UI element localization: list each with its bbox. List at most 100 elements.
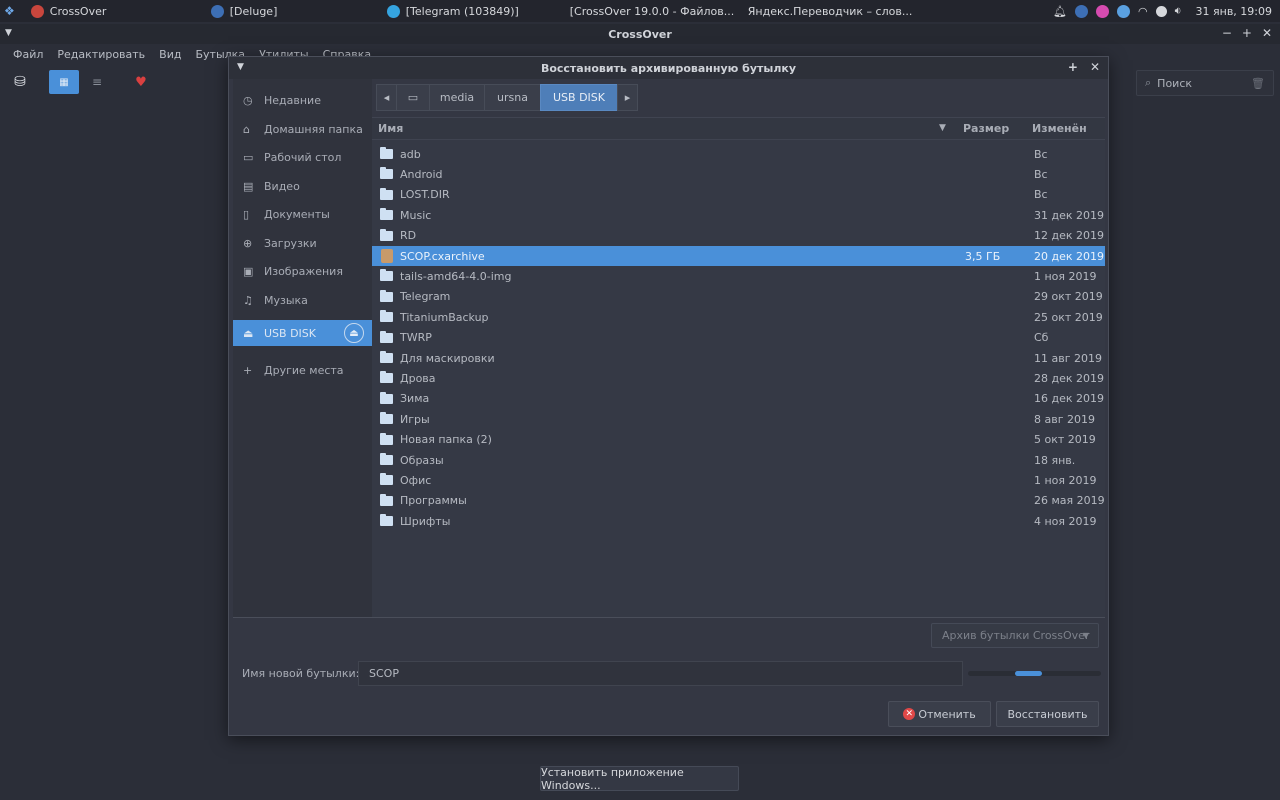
system-taskbar: ❖ CrossOver [Deluge] [Telegram (103849)]… <box>0 0 1280 22</box>
search-field[interactable]: ⌕ Поиск 🗑︎ <box>1136 70 1274 96</box>
file-row[interactable]: Android Вс <box>372 164 1105 184</box>
file-row[interactable]: Шрифты 4 ноя 2019 <box>372 511 1105 531</box>
task-crossover[interactable]: CrossOver <box>25 0 205 22</box>
file-modified: Сб <box>1034 331 1049 345</box>
power-icon[interactable] <box>1155 5 1167 17</box>
file-row[interactable]: Music 31 дек 2019 <box>372 205 1105 225</box>
bell-icon[interactable]: 🔔︎ <box>1053 5 1067 18</box>
column-modified[interactable]: Изменён <box>1032 122 1087 135</box>
file-row[interactable]: Программы 26 мая 2019 <box>372 491 1105 511</box>
task-browser[interactable]: Яндекс.Переводчик – слов... <box>736 0 916 22</box>
file-modified: 1 ноя 2019 <box>1034 473 1097 487</box>
file-row[interactable]: Telegram 29 окт 2019 <box>372 287 1105 307</box>
place-home[interactable]: ⌂ Домашняя папка <box>233 116 372 142</box>
place-images[interactable]: ▣ Изображения <box>233 258 372 284</box>
menu-edit[interactable]: Редактировать <box>50 48 152 61</box>
file-row[interactable]: TitaniumBackup 25 окт 2019 <box>372 307 1105 327</box>
place-label: Загрузки <box>264 236 317 250</box>
file-name: Android <box>400 167 443 181</box>
file-row[interactable]: tails-amd64-4.0-img 1 ноя 2019 <box>372 266 1105 286</box>
file-modified: 20 дек 2019 <box>1034 249 1105 263</box>
file-row[interactable]: Для маскировки 11 авг 2019 <box>372 348 1105 368</box>
task-label: CrossOver <box>49 4 107 18</box>
flame-icon[interactable] <box>1095 4 1109 18</box>
menu-view[interactable]: Вид <box>152 48 188 61</box>
dialog-close-icon[interactable]: ✕ <box>1090 60 1100 74</box>
path-segment-usb-disk[interactable]: USB DISK <box>540 84 618 111</box>
dialog-menu-icon[interactable]: ▼ <box>237 62 244 72</box>
task-deluge[interactable]: [Deluge] <box>205 0 381 22</box>
file-row[interactable]: SCOP.cxarchive 3,5 ГБ 20 дек 2019 <box>372 246 1105 266</box>
window-titlebar[interactable]: ▼ CrossOver − + ✕ <box>0 24 1280 44</box>
file-row[interactable]: LOST.DIR Вс <box>372 185 1105 205</box>
path-segment-ursna[interactable]: ursna <box>484 84 541 111</box>
place-desktop[interactable]: ▭ Рабочий стол <box>233 144 372 170</box>
app-launcher-icon[interactable]: ❖ <box>4 4 15 18</box>
task-telegram[interactable]: [Telegram (103849)] <box>381 0 558 22</box>
file-modified: 8 авг 2019 <box>1034 412 1095 426</box>
file-type-filter[interactable]: Архив бутылки CrossOver ▼ <box>931 623 1099 648</box>
close-icon[interactable]: ✕ <box>1262 26 1272 40</box>
path-segment-media[interactable]: media <box>429 84 485 111</box>
deluge-icon <box>210 4 224 18</box>
wifi-icon[interactable]: ◠ <box>1138 5 1148 18</box>
file-name: Шрифты <box>400 514 451 528</box>
dialog-maximize-icon[interactable]: + <box>1068 60 1078 74</box>
column-name[interactable]: Имя <box>378 122 403 135</box>
task-file-manager[interactable]: [CrossOver 19.0.0 - Файлов... <box>558 0 736 22</box>
place-recent[interactable]: ◷ Недавние <box>233 87 372 113</box>
cancel-label: Отменить <box>918 707 976 721</box>
window-menu-icon[interactable]: ▼ <box>5 28 12 38</box>
place-other-locations[interactable]: + Другие места <box>233 357 372 383</box>
file-modified: 11 авг 2019 <box>1034 351 1102 365</box>
deluge-tray-icon[interactable] <box>1074 4 1088 18</box>
place-video[interactable]: ▤ Видео <box>233 173 372 199</box>
path-forward-button[interactable]: ▸ <box>617 84 638 111</box>
eject-icon[interactable]: ⏏ <box>344 323 364 343</box>
maximize-icon[interactable]: + <box>1242 26 1252 40</box>
minimize-icon[interactable]: − <box>1222 26 1232 40</box>
file-row[interactable]: Игры 8 авг 2019 <box>372 409 1105 429</box>
bottle-name-input[interactable]: SCOP <box>358 661 963 686</box>
menu-file[interactable]: Файл <box>6 48 50 61</box>
file-row[interactable]: Офис 1 ноя 2019 <box>372 470 1105 490</box>
file-row[interactable]: Зима 16 дек 2019 <box>372 389 1105 409</box>
volume-icon[interactable]: 🔉︎ <box>1175 4 1182 18</box>
folder-icon <box>380 289 393 302</box>
trash-icon[interactable]: 🗑︎ <box>1251 77 1265 90</box>
folder-icon <box>380 514 393 527</box>
clock[interactable]: 31 янв, 19:09 <box>1196 5 1272 18</box>
folder-icon <box>380 310 393 323</box>
bottles-button[interactable]: ⛁ <box>5 70 35 94</box>
favorites-button[interactable]: ♥ <box>126 70 156 94</box>
icon-view-button[interactable]: ▦ <box>49 70 79 94</box>
restore-button[interactable]: Восстановить <box>996 701 1099 727</box>
weather-icon[interactable] <box>1116 4 1130 18</box>
file-row[interactable]: TWRP Сб <box>372 328 1105 348</box>
path-root-button[interactable]: ▭ <box>396 84 430 111</box>
file-name: Music <box>400 208 432 222</box>
place-usb-disk[interactable]: ⏏ USB DISK ⏏ <box>233 320 372 346</box>
list-view-button[interactable]: ≡ <box>82 70 112 94</box>
separator <box>233 617 1105 618</box>
path-back-button[interactable]: ◂ <box>376 84 397 111</box>
cancel-button[interactable]: ✕ Отменить <box>888 701 991 727</box>
place-documents[interactable]: ▯ Документы <box>233 201 372 227</box>
file-name: Программы <box>400 494 467 508</box>
file-row[interactable]: Дрова 28 дек 2019 <box>372 368 1105 388</box>
dialog-titlebar[interactable]: ▼ Восстановить архивированную бутылку + … <box>229 57 1108 79</box>
place-downloads[interactable]: ⊕ Загрузки <box>233 230 372 256</box>
install-windows-app-button[interactable]: Установить приложение Windows... <box>540 766 739 792</box>
file-name: Telegram <box>400 290 451 304</box>
folder-icon <box>380 351 393 363</box>
file-row[interactable]: RD 12 дек 2019 <box>372 226 1105 246</box>
file-row[interactable]: adb Вс <box>372 144 1105 164</box>
file-name: Образы <box>400 453 444 467</box>
column-size[interactable]: Размер <box>963 122 1009 135</box>
file-row[interactable]: Образы 18 янв. <box>372 450 1105 470</box>
folder-icon <box>380 473 393 486</box>
place-music[interactable]: ♫ Музыка <box>233 287 372 313</box>
file-row[interactable]: Новая папка (2) 5 окт 2019 <box>372 430 1105 450</box>
sort-icon[interactable]: ▼ <box>939 123 946 133</box>
file-name: LOST.DIR <box>400 188 450 202</box>
